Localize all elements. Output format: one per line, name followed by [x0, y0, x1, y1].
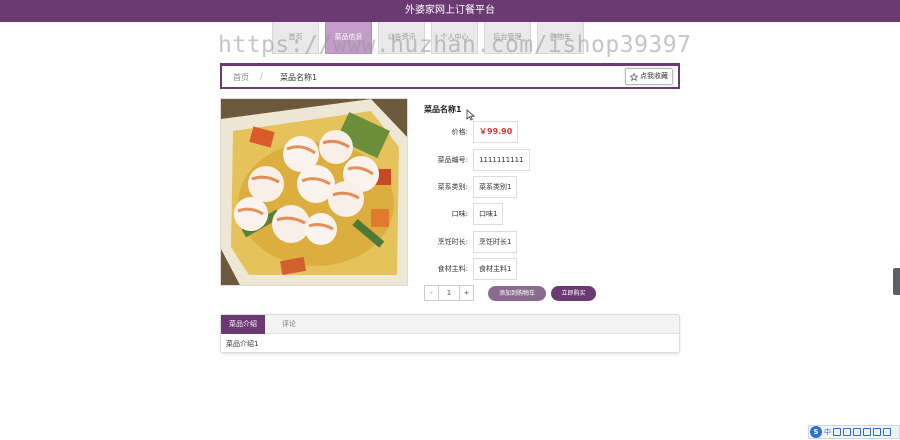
attr-cooktime-row: 烹饪时长: 烹饪时长1	[424, 231, 624, 253]
detail-tabs-header: 菜品介绍 评论	[221, 315, 679, 334]
breadcrumb-home[interactable]: 首页	[233, 72, 249, 83]
nav-cart[interactable]: 购物车	[537, 22, 584, 54]
favorite-button[interactable]: 点我收藏	[625, 68, 673, 85]
buy-now-button[interactable]: 立即购买	[551, 286, 596, 301]
quantity-decrease-button[interactable]: -	[424, 285, 439, 301]
quantity-stepper: - 1 +	[424, 285, 474, 301]
attr-ingredient-label: 食材主料:	[437, 265, 468, 273]
tab-introduction[interactable]: 菜品介绍	[221, 315, 265, 334]
ime-pen-icon[interactable]	[843, 428, 851, 436]
side-float-tab[interactable]	[893, 268, 900, 295]
ime-skin-icon[interactable]	[873, 428, 881, 436]
attr-cuisine-row: 菜系类别: 菜系类别1	[424, 176, 624, 198]
nav-admin[interactable]: 后台管理	[484, 22, 531, 54]
attr-cooktime-label: 烹饪时长:	[437, 238, 468, 246]
attr-ingredient-value: 食材主料1	[473, 258, 518, 280]
ime-keyboard-icon[interactable]	[863, 428, 871, 436]
attr-cuisine-value: 菜系类别1	[473, 176, 518, 198]
tab-comments[interactable]: 评论	[271, 315, 307, 334]
star-outline-icon	[630, 72, 638, 81]
attr-taste-row: 口味: 口味1	[424, 203, 624, 225]
attr-taste-label: 口味:	[451, 210, 468, 218]
quantity-increase-button[interactable]: +	[459, 285, 474, 301]
attr-ingredient-row: 食材主料: 食材主料1	[424, 258, 624, 280]
mouse-cursor-icon	[466, 109, 475, 121]
product-image	[220, 98, 408, 286]
attr-cuisine-label: 菜系类别:	[437, 183, 468, 191]
attr-code-row: 菜品编号: 1111111111	[424, 149, 624, 171]
app-header: 外婆家网上订餐平台	[0, 0, 900, 22]
add-to-cart-button[interactable]: 添加到购物车	[488, 286, 546, 301]
product-name: 菜品名称1	[424, 105, 462, 114]
attr-price-label: 价格:	[451, 128, 468, 136]
attr-taste-value: 口味1	[473, 203, 504, 225]
nav-user-center[interactable]: 个人中心	[431, 22, 478, 54]
nav-announcements[interactable]: 公告资讯	[378, 22, 425, 54]
tab-content-text: 菜品介绍1	[226, 340, 259, 348]
ime-punctuation-icon[interactable]	[833, 428, 841, 436]
quantity-input[interactable]: 1	[439, 285, 459, 301]
ime-logo-icon[interactable]: S	[810, 426, 822, 438]
breadcrumb-current: 菜品名称1	[280, 73, 318, 82]
main-nav: 首页 菜品信息 公告资讯 个人中心 后台管理 购物车	[272, 22, 584, 54]
ime-tools-icon[interactable]	[853, 428, 861, 436]
attr-price-row: 价格: ￥99.90	[424, 121, 624, 143]
attr-code-label: 菜品编号:	[437, 156, 468, 164]
nav-dishes[interactable]: 菜品信息	[325, 22, 372, 54]
attr-code-value: 1111111111	[473, 149, 530, 171]
attr-price-value: ￥99.90	[473, 121, 519, 143]
favorite-label: 点我收藏	[640, 72, 668, 80]
breadcrumb-separator: /	[260, 72, 263, 81]
ime-settings-icon[interactable]	[883, 428, 891, 436]
ime-toolbar: S 中	[808, 425, 900, 439]
attr-cooktime-value: 烹饪时长1	[473, 231, 518, 253]
detail-tabs-panel: 菜品介绍 评论 菜品介绍1	[220, 314, 680, 353]
ime-mode-toggle[interactable]: 中	[824, 426, 831, 438]
app-title: 外婆家网上订餐平台	[405, 5, 495, 16]
nav-home[interactable]: 首页	[272, 22, 319, 54]
breadcrumb: 首页 / 菜品名称1 点我收藏	[220, 63, 680, 89]
